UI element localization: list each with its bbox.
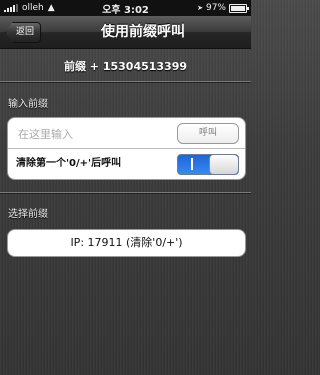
input-section-label: 输入前缀 xyxy=(8,99,48,110)
toggle-on-indicator xyxy=(191,158,193,170)
wifi-icon: ▲ xyxy=(47,3,55,13)
location-icon: ➤ xyxy=(197,4,203,12)
select-section-label: 选择前缀 xyxy=(8,209,48,220)
call-button[interactable]: 呼叫 xyxy=(177,123,239,144)
clear-prefix-row: 清除第一个'0/+'后呼叫 xyxy=(8,148,245,179)
prefix-option-item[interactable]: IP: 17911 (清除'0/+') xyxy=(8,230,245,256)
carrier-name: olleh xyxy=(22,3,44,13)
page-title: 使用前缀呼叫 xyxy=(101,24,185,40)
clear-prefix-toggle[interactable] xyxy=(177,154,239,175)
status-bar: olleh ▲ 오후 3:02 ➤ 97% xyxy=(0,0,251,16)
current-prefix-number: 前缀 + 15304513399 xyxy=(63,60,188,73)
navigation-bar: 返回 使用前缀呼叫 xyxy=(0,16,251,49)
prefix-input-group: 呼叫 清除第一个'0/+'后呼叫 xyxy=(7,117,246,180)
divider xyxy=(0,81,251,82)
divider xyxy=(0,192,251,193)
prefix-input-row: 呼叫 xyxy=(8,118,245,150)
prefix-select-group: IP: 17911 (清除'0/+') xyxy=(7,229,246,257)
battery-icon xyxy=(229,3,249,13)
toggle-knob[interactable] xyxy=(209,155,238,174)
back-button[interactable]: 返回 xyxy=(5,22,42,43)
signal-strength-icon xyxy=(4,4,18,12)
clear-prefix-label: 清除第一个'0/+'后呼叫 xyxy=(16,158,122,169)
battery-percent: 97% xyxy=(205,3,226,13)
prefix-input[interactable] xyxy=(16,118,170,150)
